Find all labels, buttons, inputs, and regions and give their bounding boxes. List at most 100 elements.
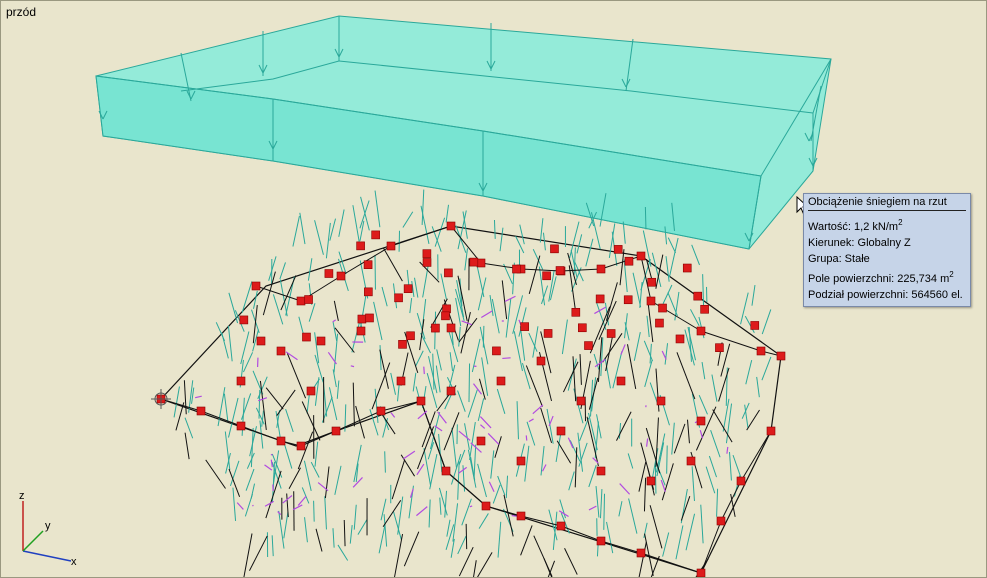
structure-node[interactable] xyxy=(556,426,566,436)
structure-node[interactable] xyxy=(431,323,440,333)
structure-node[interactable] xyxy=(441,466,451,476)
structure-node[interactable] xyxy=(306,386,316,396)
structure-node[interactable] xyxy=(623,295,633,305)
structure-node[interactable] xyxy=(675,334,685,344)
structure-node[interactable] xyxy=(422,258,432,267)
structure-node[interactable] xyxy=(543,329,553,338)
structure-node[interactable] xyxy=(476,436,486,446)
structure-node[interactable] xyxy=(693,291,703,301)
structure-node[interactable] xyxy=(481,501,491,511)
structure-node[interactable] xyxy=(304,295,313,304)
structure-node[interactable] xyxy=(365,313,374,323)
structure-node[interactable] xyxy=(596,536,606,546)
axis-triad: z y x xyxy=(19,490,77,568)
structure-node[interactable] xyxy=(555,266,565,275)
structure-node[interactable] xyxy=(596,466,606,476)
structure-node[interactable] xyxy=(356,326,366,336)
structure-node[interactable] xyxy=(276,346,286,356)
structure-node[interactable] xyxy=(357,314,367,324)
structure-node[interactable] xyxy=(655,318,664,328)
structure-node[interactable] xyxy=(516,511,526,521)
structure-node[interactable] xyxy=(584,341,593,350)
structure-node[interactable] xyxy=(336,271,346,281)
structure-node[interactable] xyxy=(331,426,341,436)
structure-node[interactable] xyxy=(276,436,286,446)
structure-node[interactable] xyxy=(496,376,506,386)
structure-node[interactable] xyxy=(646,476,656,486)
structure-node[interactable] xyxy=(536,356,546,366)
structure-node[interactable] xyxy=(716,516,726,526)
structure-node[interactable] xyxy=(647,277,656,287)
structure-node[interactable] xyxy=(520,322,529,331)
structure-node[interactable] xyxy=(686,456,696,466)
support-line xyxy=(645,438,649,447)
structure-node[interactable] xyxy=(446,221,456,231)
structure-node[interactable] xyxy=(386,241,396,251)
structure-node[interactable] xyxy=(636,548,646,558)
structure-node[interactable] xyxy=(682,263,692,273)
structure-node[interactable] xyxy=(656,396,666,406)
structure-node[interactable] xyxy=(403,284,413,294)
structure-node[interactable] xyxy=(492,346,501,356)
structure-node[interactable] xyxy=(512,264,521,274)
structure-node[interactable] xyxy=(256,336,266,346)
structure-node[interactable] xyxy=(416,396,426,406)
structure-node[interactable] xyxy=(578,323,587,333)
structure-node[interactable] xyxy=(476,258,486,268)
structure-node[interactable] xyxy=(394,293,403,303)
structure-node[interactable] xyxy=(324,269,334,278)
structure-node[interactable] xyxy=(251,281,261,291)
structure-node[interactable] xyxy=(696,326,706,336)
structure-node[interactable] xyxy=(398,340,407,349)
structure-node[interactable] xyxy=(756,346,766,356)
structure-node[interactable] xyxy=(542,271,551,281)
structure-node[interactable] xyxy=(316,336,326,346)
structure-node[interactable] xyxy=(406,331,415,341)
load-line xyxy=(585,238,594,267)
structure-node[interactable] xyxy=(776,351,786,361)
structure-node[interactable] xyxy=(550,244,559,254)
structure-node[interactable] xyxy=(766,426,776,436)
structure-node[interactable] xyxy=(356,241,365,251)
structure-node[interactable] xyxy=(446,323,456,333)
structure-node[interactable] xyxy=(364,287,373,297)
structure-node[interactable] xyxy=(613,245,623,254)
structure-node[interactable] xyxy=(441,311,450,321)
structure-node[interactable] xyxy=(363,260,373,269)
structure-node[interactable] xyxy=(444,268,453,278)
structure-node[interactable] xyxy=(595,294,605,304)
structure-node[interactable] xyxy=(606,329,616,338)
structure-node[interactable] xyxy=(736,476,746,486)
structure-node[interactable] xyxy=(616,376,626,386)
load-line xyxy=(667,237,677,254)
load-line xyxy=(338,209,345,237)
structure-node[interactable] xyxy=(446,386,456,396)
structure-node[interactable] xyxy=(596,264,606,274)
structure-node[interactable] xyxy=(696,416,706,426)
structure-node[interactable] xyxy=(750,321,760,330)
structure-node[interactable] xyxy=(296,296,306,306)
structure-node[interactable] xyxy=(658,303,667,313)
structure-node[interactable] xyxy=(376,406,386,416)
structure-node[interactable] xyxy=(469,257,479,267)
structure-node[interactable] xyxy=(696,568,706,577)
structure-node[interactable] xyxy=(571,307,581,317)
structure-node[interactable] xyxy=(576,396,586,406)
structure-node[interactable] xyxy=(236,376,246,386)
structure-node[interactable] xyxy=(700,304,709,314)
structure-node[interactable] xyxy=(516,456,526,466)
structure-node[interactable] xyxy=(371,230,380,240)
structure-node[interactable] xyxy=(624,256,634,266)
structure-node[interactable] xyxy=(302,332,311,342)
structure-node[interactable] xyxy=(396,376,406,386)
structure-node[interactable] xyxy=(236,421,246,431)
structure-node[interactable] xyxy=(296,441,306,451)
structure-node[interactable] xyxy=(422,249,432,258)
structure-node[interactable] xyxy=(239,315,249,325)
structure-node[interactable] xyxy=(646,296,656,306)
3d-viewport[interactable]: przód Obciążenie śniegiem na rzut Wartoś… xyxy=(0,0,987,578)
structure-node[interactable] xyxy=(196,406,206,416)
structure-node[interactable] xyxy=(715,343,724,353)
structure-node[interactable] xyxy=(636,251,646,261)
structure-node[interactable] xyxy=(556,521,566,531)
